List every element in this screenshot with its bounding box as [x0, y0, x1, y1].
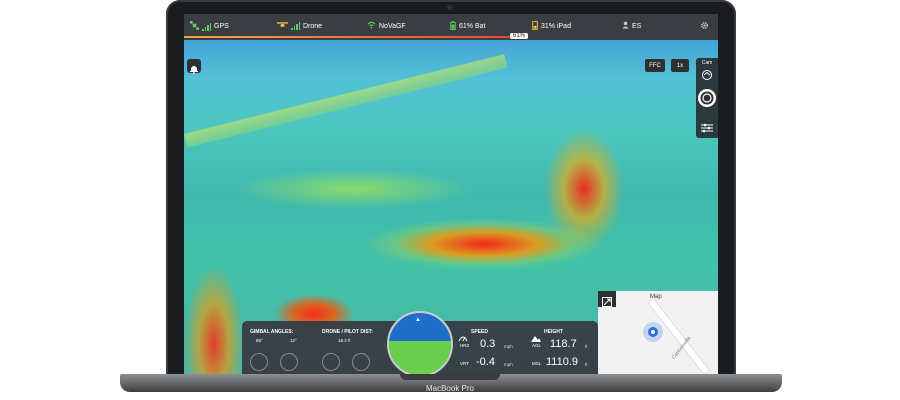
mini-map[interactable]: Map Cabbotsville — [598, 291, 718, 374]
drone-icon — [277, 21, 288, 31]
status-bar: GPS Drone NoVaGF 61% Bat 31% iPad ES — [184, 14, 718, 36]
distance-title: DRONE / PILOT DIST: — [322, 329, 373, 335]
battery-status[interactable]: 61% Bat — [450, 21, 485, 32]
user-status[interactable]: ES — [622, 21, 641, 31]
pilot-direction-gauge — [352, 353, 370, 371]
app-screen: GPS Drone NoVaGF 61% Bat 31% iPad ES 61%… — [184, 14, 718, 374]
telemetry-panel: GIMBAL ANGLES: 85° 12° DRONE / PILOT DIS… — [242, 311, 598, 374]
gps-label: GPS — [214, 23, 229, 30]
agl-unit: ft — [585, 344, 588, 349]
vrt-unit: mph — [504, 362, 513, 367]
webcam — [447, 5, 452, 10]
map-label: Map — [650, 294, 662, 300]
battery-progress-tag: 61% — [510, 33, 529, 39]
expand-icon — [602, 294, 612, 312]
wifi-icon — [367, 21, 376, 31]
notification-button[interactable] — [187, 59, 201, 74]
msl-unit: ft — [585, 362, 588, 367]
battery-progress-fill — [184, 36, 510, 38]
msl-value: 1110.9 — [546, 356, 579, 368]
user-icon — [622, 21, 629, 31]
battery-label: 61% Bat — [459, 23, 486, 30]
drone-direction-gauge — [322, 353, 340, 371]
hrz-value: 0.3 — [480, 338, 496, 350]
msl-label: MSL — [532, 361, 542, 366]
gps-signal-bars — [202, 22, 211, 31]
gear-icon — [700, 21, 709, 32]
ipad-battery-label: 31% iPad — [541, 23, 571, 30]
ffc-button[interactable]: FFC — [645, 59, 665, 72]
vrt-value: -0.4 — [476, 356, 495, 368]
compass-icon: ▲ — [415, 317, 421, 323]
cam-label: Cam — [701, 60, 713, 66]
user-label: ES — [632, 22, 642, 30]
sliders-icon[interactable] — [701, 120, 713, 138]
wifi-label: NoVaGF — [379, 22, 406, 30]
settings-button[interactable] — [700, 21, 709, 32]
zoom-button[interactable]: 1x — [671, 59, 689, 72]
vrt-label: VRT — [460, 361, 469, 366]
gimbal-pitch: 85° — [256, 338, 263, 343]
gimbal-title: GIMBAL ANGLES: — [250, 329, 294, 335]
ipad-status[interactable]: 31% iPad — [532, 21, 571, 32]
bell-icon — [190, 61, 198, 79]
battery-progress — [184, 36, 718, 40]
wifi-status[interactable]: NoVaGF — [367, 21, 406, 31]
gimbal-pitch-gauge — [250, 353, 268, 371]
height-title: HEIGHT — [544, 329, 563, 335]
drone-label: Drone — [303, 22, 323, 30]
agl-label: AGL — [532, 343, 542, 348]
agl-value: 118.7 — [550, 338, 577, 350]
drone-signal-bars — [291, 22, 300, 30]
camera-side-panel: Cam — [696, 58, 718, 138]
attitude-indicator: ▲ — [387, 311, 453, 374]
drone-location-marker — [642, 321, 664, 348]
hrz-unit: mph — [504, 344, 513, 349]
gimbal-yaw: 12° — [290, 338, 297, 343]
satellite-icon — [190, 21, 199, 32]
attitude-ground — [389, 341, 451, 374]
hrz-label: HRZ — [460, 343, 470, 348]
laptop-notch — [400, 374, 500, 380]
battery-icon — [450, 21, 456, 32]
distance-value: 18.2 ft — [338, 338, 351, 343]
laptop-brand: MacBook Pro — [425, 384, 475, 393]
map-expand-button[interactable] — [598, 291, 616, 307]
ipad-battery-icon — [532, 21, 538, 32]
speed-title: SPEED — [471, 329, 488, 335]
gimbal-yaw-gauge — [280, 353, 298, 371]
camera-switch-icon[interactable] — [701, 68, 713, 86]
shutter-icon[interactable] — [697, 88, 717, 113]
drone-status[interactable]: Drone — [277, 21, 322, 31]
gps-status[interactable]: GPS — [190, 21, 229, 32]
